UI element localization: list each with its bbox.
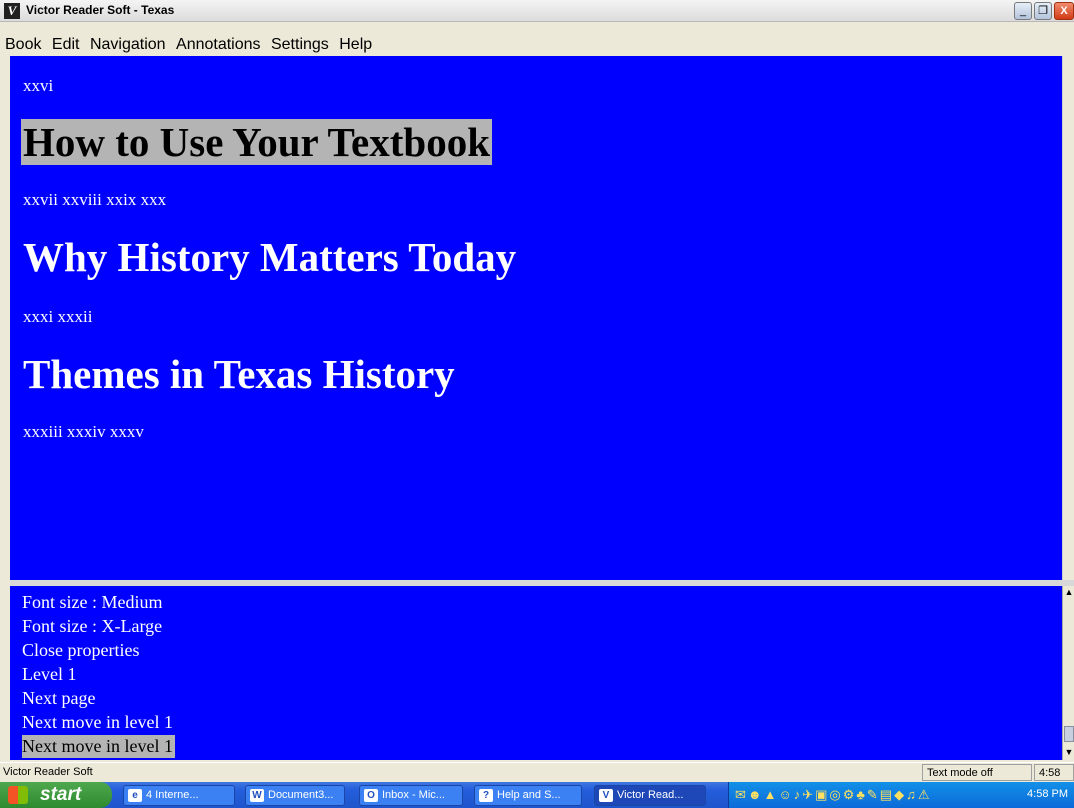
- page-numbers: xxxi xxxii: [23, 307, 93, 326]
- internet-explorer-icon: e: [128, 789, 142, 802]
- status-app-name: Victor Reader Soft: [3, 766, 93, 778]
- taskbar-button-victor-reader[interactable]: V Victor Read...: [594, 785, 706, 806]
- outlook-icon: O: [364, 789, 378, 802]
- app-icon[interactable]: V: [4, 3, 20, 19]
- status-text-mode: Text mode off: [922, 764, 1032, 781]
- history-scrollbar[interactable]: ▲ ▼: [1062, 586, 1074, 760]
- start-button[interactable]: start: [0, 782, 112, 808]
- taskbar-label: Inbox - Mic...: [382, 789, 445, 801]
- taskbar-button-internet-explorer[interactable]: e 4 Interne...: [123, 785, 235, 806]
- section-heading[interactable]: Themes in Texas History: [23, 351, 455, 397]
- help-icon: ?: [479, 789, 493, 802]
- system-tray: ✉☻▲☺♪✈▣◎⚙♣✎▤◆♫⚠ 4:58 PM: [728, 782, 1074, 808]
- window-title: Victor Reader Soft - Texas: [26, 3, 175, 17]
- list-item[interactable]: Close properties: [22, 639, 139, 662]
- taskbar-button-outlook[interactable]: O Inbox - Mic...: [359, 785, 463, 806]
- status-bar: Victor Reader Soft Text mode off 4:58: [0, 762, 1074, 782]
- command-history-pane[interactable]: Font size : Medium Font size : X-Large C…: [10, 586, 1062, 760]
- menu-help[interactable]: Help: [336, 36, 375, 54]
- scroll-thumb[interactable]: [1064, 726, 1074, 742]
- maximize-button[interactable]: ❐: [1034, 2, 1052, 20]
- menu-book[interactable]: Book: [2, 36, 44, 54]
- menu-navigation[interactable]: Navigation: [87, 36, 169, 54]
- page-numbers: xxxiii xxxiv xxxv: [23, 422, 144, 441]
- scroll-up-icon[interactable]: ▲: [1063, 586, 1074, 598]
- section-heading-current[interactable]: How to Use Your Textbook: [21, 119, 493, 165]
- section-heading[interactable]: Why History Matters Today: [23, 234, 516, 280]
- page-numbers: xxvii xxviii xxix xxx: [23, 190, 167, 209]
- taskbar-clock[interactable]: 4:58 PM: [1027, 788, 1068, 800]
- content-scrollbar[interactable]: [1062, 56, 1074, 580]
- book-content-pane[interactable]: xxvi How to Use Your Textbook xxvii xxvi…: [10, 56, 1062, 580]
- taskbar-label: Document3...: [268, 789, 334, 801]
- list-item[interactable]: Next page: [22, 687, 95, 710]
- page-numbers: xxvi: [23, 76, 54, 95]
- minimize-button[interactable]: _: [1014, 2, 1032, 20]
- taskbar-button-word[interactable]: W Document3...: [245, 785, 345, 806]
- close-button[interactable]: X: [1054, 2, 1074, 20]
- list-item-selected[interactable]: Next move in level 1: [22, 735, 175, 758]
- menu-edit[interactable]: Edit: [49, 36, 83, 54]
- list-item[interactable]: Font size : Medium: [22, 591, 163, 614]
- title-bar: V Victor Reader Soft - Texas _ ❐ X: [0, 0, 1074, 22]
- list-item[interactable]: Font size : X-Large: [22, 615, 162, 638]
- tray-icons[interactable]: ✉☻▲☺♪✈▣◎⚙♣✎▤◆♫⚠: [735, 787, 932, 803]
- victor-reader-icon: V: [599, 789, 613, 802]
- taskbar-label: Help and S...: [497, 789, 561, 801]
- taskbar-label: Victor Read...: [617, 789, 684, 801]
- start-label: start: [40, 784, 82, 805]
- status-time: 4:58: [1034, 764, 1074, 781]
- taskbar-label: 4 Interne...: [146, 789, 199, 801]
- menu-settings[interactable]: Settings: [268, 36, 332, 54]
- list-item[interactable]: Next move in level 1: [22, 711, 173, 734]
- word-icon: W: [250, 789, 264, 802]
- menu-annotations[interactable]: Annotations: [173, 36, 264, 54]
- windows-logo-icon: [8, 786, 28, 804]
- taskbar: start e 4 Interne... W Document3... O In…: [0, 782, 1074, 808]
- menu-bar: Book Edit Navigation Annotations Setting…: [0, 22, 1074, 56]
- list-item[interactable]: Level 1: [22, 663, 76, 686]
- scroll-down-icon[interactable]: ▼: [1063, 746, 1074, 758]
- taskbar-button-help[interactable]: ? Help and S...: [474, 785, 582, 806]
